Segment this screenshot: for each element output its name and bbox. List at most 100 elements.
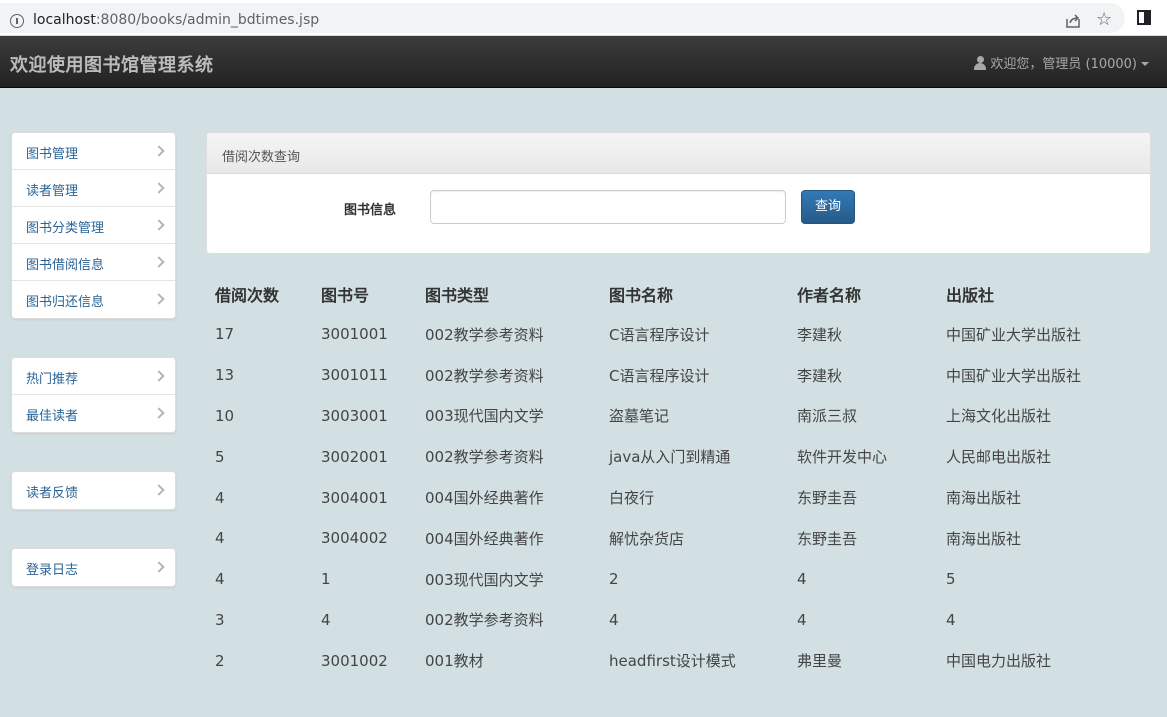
cell-publisher: 中国矿业大学出版社 <box>946 325 1082 344</box>
sidebar-item-category-management[interactable]: 图书分类管理 <box>12 207 175 244</box>
table-row: 5 3002001 002教学参考资料 java从入门到精通 软件开发中心 人民… <box>206 436 1137 477</box>
sidebar-item-label: 登录日志 <box>26 563 79 578</box>
cell-author: 李建秋 <box>797 325 843 344</box>
url-field[interactable]: localhost:8080/books/admin_bdtimes.jsp ☆ <box>0 3 1125 33</box>
search-panel: 借阅次数查询 图书信息 查询 <box>206 132 1151 254</box>
cell-publisher: 南海出版社 <box>946 489 1022 508</box>
url-host: localhost <box>33 12 96 28</box>
side-panel-icon[interactable] <box>1137 10 1151 25</box>
chevron-right-icon <box>153 219 165 231</box>
cell-book-id: 4 <box>321 610 331 629</box>
cell-book-id: 3001001 <box>321 325 388 344</box>
sidebar-item-label: 最佳读者 <box>26 409 79 424</box>
chevron-right-icon <box>153 407 165 419</box>
sidebar-item-best-readers[interactable]: 最佳读者 <box>12 395 175 432</box>
cell-borrow-count: 17 <box>215 325 235 344</box>
sidebar-item-label: 图书归还信息 <box>26 295 105 310</box>
cell-book-type: 002教学参考资料 <box>425 611 544 630</box>
sidebar-group-logs: 登录日志 <box>11 548 176 587</box>
book-info-label: 图书信息 <box>344 203 397 218</box>
browser-address-bar: localhost:8080/books/admin_bdtimes.jsp ☆ <box>0 0 1167 36</box>
cell-publisher: 5 <box>946 570 956 589</box>
search-button[interactable]: 查询 <box>801 190 855 224</box>
cell-author: 4 <box>797 610 807 629</box>
sidebar-item-login-log[interactable]: 登录日志 <box>12 549 175 586</box>
caret-down-icon <box>1141 62 1149 66</box>
chevron-right-icon <box>153 484 165 496</box>
cell-book-name: 2 <box>609 570 619 589</box>
cell-book-name: 白夜行 <box>609 489 655 508</box>
table-row: 4 3004002 004国外经典著作 解忧杂货店 东野圭吾 南海出版社 <box>206 518 1137 559</box>
sidebar-item-return-info[interactable]: 图书归还信息 <box>12 281 175 318</box>
cell-author: 弗里曼 <box>797 652 843 671</box>
cell-book-name: headfirst设计模式 <box>609 652 736 671</box>
cell-publisher: 4 <box>946 610 956 629</box>
cell-borrow-count: 10 <box>215 406 235 425</box>
sidebar-item-book-management[interactable]: 图书管理 <box>12 133 175 170</box>
cell-book-type: 002教学参考资料 <box>425 448 544 467</box>
sidebar-item-borrow-info[interactable]: 图书借阅信息 <box>12 244 175 281</box>
cell-borrow-count: 3 <box>215 610 225 629</box>
cell-book-type: 001教材 <box>425 652 484 671</box>
sidebar-group-feedback: 读者反馈 <box>11 471 176 510</box>
chevron-right-icon <box>153 145 165 157</box>
cell-book-type: 002教学参考资料 <box>425 325 544 344</box>
app-brand[interactable]: 欢迎使用图书馆管理系统 <box>10 51 214 77</box>
url-text[interactable]: localhost:8080/books/admin_bdtimes.jsp <box>33 12 319 28</box>
table-row: 17 3001001 002教学参考资料 C语言程序设计 李建秋 中国矿业大学出… <box>206 314 1137 355</box>
header-book-name: 图书名称 <box>609 285 674 305</box>
cell-borrow-count: 2 <box>215 651 225 670</box>
cell-book-type: 004国外经典著作 <box>425 529 544 548</box>
sidebar-item-reader-feedback[interactable]: 读者反馈 <box>12 472 175 509</box>
user-icon <box>973 56 987 70</box>
cell-book-id: 3004002 <box>321 529 388 548</box>
sidebar-item-label: 图书分类管理 <box>26 221 105 236</box>
site-info-icon[interactable] <box>10 14 24 28</box>
header-book-type: 图书类型 <box>425 285 490 305</box>
cell-borrow-count: 4 <box>215 570 225 589</box>
header-author: 作者名称 <box>797 285 862 305</box>
cell-book-name: 4 <box>609 610 619 629</box>
cell-book-id: 3003001 <box>321 406 388 425</box>
chevron-right-icon <box>153 182 165 194</box>
bookmark-star-icon[interactable]: ☆ <box>1096 10 1112 30</box>
table-row: 4 3004001 004国外经典著作 白夜行 东野圭吾 南海出版社 <box>206 477 1137 518</box>
chevron-right-icon <box>153 370 165 382</box>
share-icon[interactable] <box>1065 13 1081 29</box>
book-info-input[interactable] <box>430 190 786 224</box>
user-menu-label: 欢迎您，管理员 (10000) <box>990 57 1137 72</box>
cell-book-id: 3001002 <box>321 651 388 670</box>
cell-book-name: C语言程序设计 <box>609 325 710 344</box>
top-navbar: 欢迎使用图书馆管理系统 欢迎您，管理员 (10000) <box>0 36 1167 88</box>
cell-publisher: 人民邮电出版社 <box>946 448 1052 467</box>
table-row: 4 1 003现代国内文学 2 4 5 <box>206 559 1137 600</box>
table-row: 13 3001011 002教学参考资料 C语言程序设计 李建秋 中国矿业大学出… <box>206 355 1137 396</box>
header-publisher: 出版社 <box>946 285 995 305</box>
table-row: 10 3003001 003现代国内文学 盗墓笔记 南派三叔 上海文化出版社 <box>206 396 1137 437</box>
sidebar-item-reader-management[interactable]: 读者管理 <box>12 170 175 207</box>
cell-book-id: 3002001 <box>321 447 388 466</box>
cell-publisher: 南海出版社 <box>946 529 1022 548</box>
sidebar-item-hot-recommend[interactable]: 热门推荐 <box>12 358 175 395</box>
sidebar-item-label: 读者管理 <box>26 184 79 199</box>
cell-author: 软件开发中心 <box>797 448 888 467</box>
cell-publisher: 中国电力出版社 <box>946 652 1052 671</box>
sidebar-item-label: 读者反馈 <box>26 486 79 501</box>
table-row: 3 4 002教学参考资料 4 4 4 <box>206 600 1137 641</box>
cell-author: 4 <box>797 570 807 589</box>
chevron-right-icon <box>153 561 165 573</box>
cell-book-name: java从入门到精通 <box>609 448 731 467</box>
cell-book-name: 解忧杂货店 <box>609 529 685 548</box>
cell-borrow-count: 13 <box>215 366 235 385</box>
chevron-right-icon <box>153 256 165 268</box>
cell-borrow-count: 4 <box>215 529 225 548</box>
table-header-row: 借阅次数 图书号 图书类型 图书名称 作者名称 出版社 <box>206 273 1137 314</box>
user-menu-dropdown[interactable]: 欢迎您，管理员 (10000) <box>973 53 1149 72</box>
header-borrow-count: 借阅次数 <box>215 285 280 305</box>
panel-title: 借阅次数查询 <box>222 150 301 165</box>
sidebar-group-stats: 热门推荐 最佳读者 <box>11 357 176 433</box>
sidebar-group-management: 图书管理 读者管理 图书分类管理 图书借阅信息 图书归还信息 <box>11 132 176 319</box>
cell-publisher: 中国矿业大学出版社 <box>946 366 1082 385</box>
cell-author: 东野圭吾 <box>797 489 858 508</box>
sidebar-item-label: 图书管理 <box>26 147 79 162</box>
